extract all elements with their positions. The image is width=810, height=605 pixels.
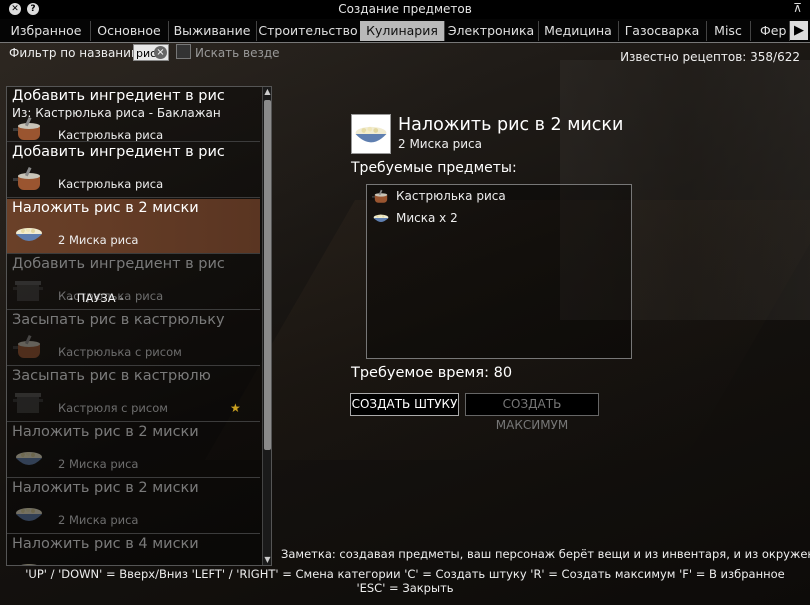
tab-general[interactable]: Основное xyxy=(90,21,169,41)
clear-filter-icon[interactable]: × xyxy=(154,46,167,59)
recipe-item[interactable]: Наложить рис в 4 миски xyxy=(7,535,260,565)
bowl-icon xyxy=(373,214,389,222)
scrollbar-thumb[interactable] xyxy=(264,100,271,450)
rice-bowl-icon xyxy=(16,508,42,521)
recipe-result: 2 Миска риса xyxy=(58,513,139,527)
recipe-name: Наложить рис в 4 миски xyxy=(12,536,199,552)
window-title: Создание предметов xyxy=(338,2,472,16)
recipe-item[interactable]: Добавить ингредиент в рис Кастрюлька рис… xyxy=(7,255,260,310)
required-items-label: Требуемые предметы: xyxy=(351,160,517,176)
saucepan-icon xyxy=(13,166,40,190)
recipe-result: Кастрюлька риса xyxy=(58,177,164,191)
tab-medicine[interactable]: Медицина xyxy=(538,21,619,41)
tab-electronics[interactable]: Электроника xyxy=(444,21,539,41)
recipe-detail-title: Наложить рис в 2 миски xyxy=(398,115,624,135)
search-everywhere-checkbox[interactable] xyxy=(176,44,191,59)
recipe-item[interactable]: Наложить рис в 2 миски 2 Миска риса xyxy=(7,479,260,534)
recipe-result: Кастрюлька с рисом xyxy=(58,345,182,359)
recipe-list[interactable]: Добавить ингредиент в рис Из: Кастрюлька… xyxy=(6,86,272,566)
tab-survival[interactable]: Выживание xyxy=(168,21,257,41)
tab-welding[interactable]: Газосварка xyxy=(618,21,707,41)
favorite-star-icon[interactable]: ★ xyxy=(230,401,241,415)
known-recipes-count: Известно рецептов: 358/622 xyxy=(620,50,800,64)
create-max-button[interactable]: СОЗДАТЬ МАКСИМУМ xyxy=(465,393,599,432)
recipe-item-selected[interactable]: Наложить рис в 2 миски 2 Миска риса xyxy=(7,199,260,254)
recipe-item[interactable]: Добавить ингредиент в рис Из: Кастрюлька… xyxy=(7,87,260,142)
search-everywhere-label: Искать везде xyxy=(195,46,280,60)
scroll-down-arrow-icon[interactable]: ▼ xyxy=(263,555,271,565)
recipe-result: 2 Миска риса xyxy=(58,233,139,247)
recipe-result: 2 Миска риса xyxy=(58,457,139,471)
recipe-item[interactable]: Засыпать рис в кастрюльку Кастрюлька с р… xyxy=(7,311,260,366)
crafting-note: Заметка: создавая предметы, ваш персонаж… xyxy=(281,547,810,561)
recipe-item[interactable]: Засыпать рис в кастрюлю Кастрюля с рисом… xyxy=(7,367,260,422)
recipe-name: Засыпать рис в кастрюлю xyxy=(12,368,211,384)
pin-icon[interactable]: ⊼ xyxy=(793,1,802,15)
recipe-name: Наложить рис в 2 миски xyxy=(12,480,199,496)
pot-icon xyxy=(13,281,43,301)
pause-overlay: - ПАУЗА - xyxy=(69,291,124,305)
recipe-item[interactable]: Добавить ингредиент в рис Кастрюлька рис… xyxy=(7,143,260,198)
saucepan-icon xyxy=(13,334,40,358)
recipe-detail-result: 2 Миска риса xyxy=(398,137,482,151)
tab-misc[interactable]: Misc xyxy=(706,21,751,41)
scroll-up-arrow-icon[interactable]: ▲ xyxy=(263,87,271,97)
create-one-button[interactable]: СОЗДАТЬ ШТУКУ xyxy=(350,393,459,416)
recipe-result: Кастрюлька риса xyxy=(58,128,164,142)
recipe-name: Наложить рис в 2 миски xyxy=(12,200,199,216)
required-item-label: Миска x 2 xyxy=(396,211,458,225)
tab-favorites[interactable]: Избранное xyxy=(2,21,91,41)
tab-construction[interactable]: Строительство xyxy=(256,21,361,41)
required-item-label: Кастрюлька риса xyxy=(396,189,506,203)
rice-bowl-icon xyxy=(16,228,42,241)
tabs-next-arrow-icon[interactable]: ▶ xyxy=(790,21,808,40)
rice-bowl-icon xyxy=(16,564,42,565)
recipe-name: Наложить рис в 2 миски xyxy=(12,424,199,440)
recipe-name: Добавить ингредиент в рис xyxy=(12,256,225,272)
recipe-name: Засыпать рис в кастрюльку xyxy=(12,312,225,328)
recipe-result: Кастрюля с рисом xyxy=(58,401,168,415)
saucepan-icon xyxy=(13,116,40,140)
window-titlebar: ✕ ? Создание предметов ⊼ xyxy=(0,0,810,19)
recipe-name: Добавить ингредиент в рис xyxy=(12,144,225,160)
pot-icon xyxy=(13,393,43,413)
recipe-list-scrollbar[interactable]: ▲ ▼ xyxy=(262,87,271,565)
recipe-name: Добавить ингредиент в рис xyxy=(12,88,225,104)
rice-bowl-icon xyxy=(16,452,42,465)
tab-farming[interactable]: Фер xyxy=(750,21,790,41)
keyboard-help: 'UP' / 'DOWN' = Вверх/Вниз 'LEFT' / 'RIG… xyxy=(25,567,785,595)
rice-bowl-icon xyxy=(351,114,391,154)
saucepan-icon xyxy=(372,189,388,203)
filter-label: Фильтр по названию: xyxy=(9,46,146,60)
required-items-list: Кастрюлька риса Миска x 2 xyxy=(366,184,632,359)
required-time: Требуемое время: 80 xyxy=(351,365,513,381)
tab-cooking[interactable]: Кулинария xyxy=(360,21,445,41)
recipe-item[interactable]: Наложить рис в 2 миски 2 Миска риса xyxy=(7,423,260,478)
category-tabs: Избранное Основное Выживание Строительст… xyxy=(0,19,810,43)
